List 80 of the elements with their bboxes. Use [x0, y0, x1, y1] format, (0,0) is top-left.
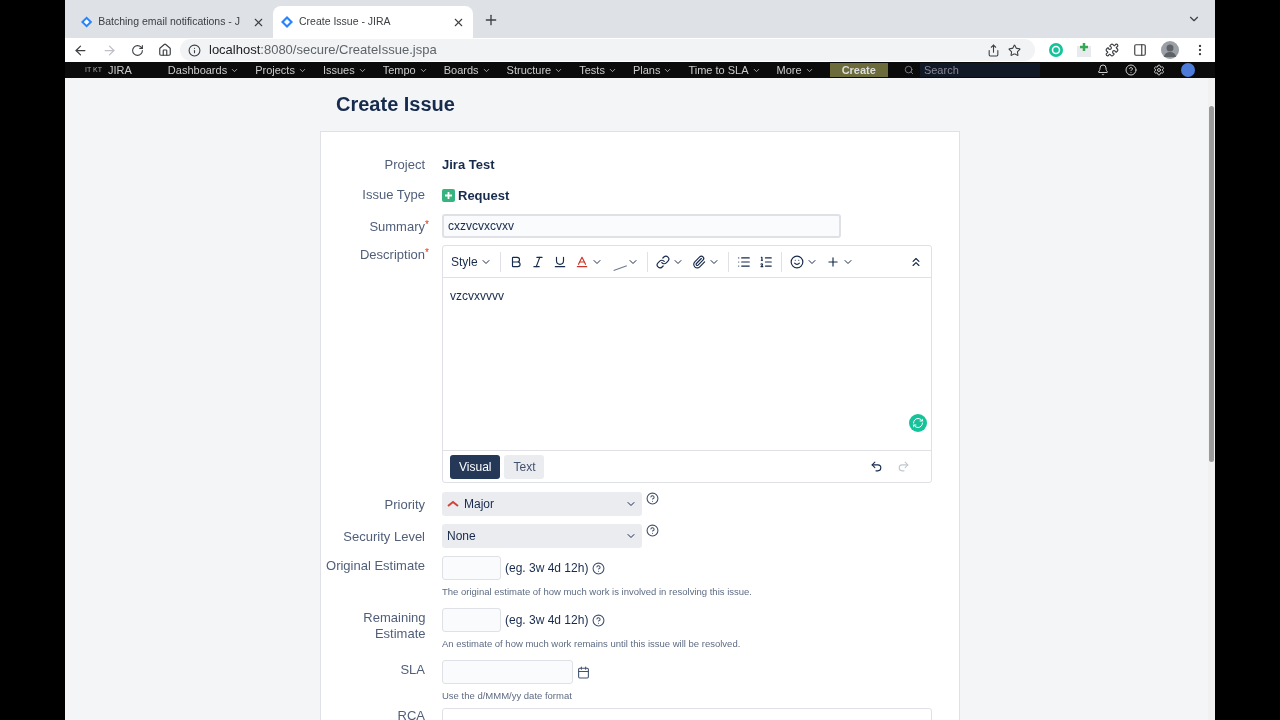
nav-menu[interactable]: Time to SLA — [688, 62, 761, 78]
user-avatar[interactable] — [1181, 63, 1195, 77]
link-icon — [655, 254, 670, 269]
field-description: An estimate of how much work remains until this issue will be resolved. — [442, 638, 741, 650]
nav-menu[interactable]: Plans — [632, 62, 673, 78]
style-dropdown[interactable]: Style — [447, 249, 496, 274]
url-text: localhost:8080/secure/CreateIssue.jspa — [209, 41, 437, 60]
editor-mode-tab[interactable]: Text — [504, 454, 545, 479]
field-label: Original Estimate — [326, 558, 425, 575]
field-label: Issue Type — [362, 187, 425, 204]
description-text: vzcvxvvvv — [450, 289, 504, 303]
smiley-icon — [789, 254, 804, 269]
extensions-icon[interactable] — [1105, 43, 1119, 57]
estimate-field[interactable] — [442, 556, 501, 580]
issue-type-value: Request — [458, 186, 510, 205]
address-field[interactable]: localhost:8080/secure/CreateIssue.jspa — [180, 39, 1035, 61]
search-field[interactable]: Search — [919, 63, 1040, 77]
plus-icon — [825, 254, 840, 269]
summary-field[interactable]: cxzvcvxcvxv — [442, 214, 841, 238]
help-icon[interactable] — [592, 613, 606, 627]
issue-type-icon — [442, 188, 455, 202]
field-label: Security Level — [343, 529, 425, 545]
priority-icon — [447, 500, 459, 508]
extension-plus-icon[interactable] — [1077, 43, 1091, 57]
settings-icon[interactable] — [1153, 64, 1165, 76]
field-label: SLA — [400, 662, 425, 679]
notification-icon[interactable] — [1097, 64, 1109, 76]
editor-mode-tab[interactable]: Visual — [450, 454, 501, 479]
nav-menu[interactable]: Tempo — [382, 62, 428, 78]
new-tab-icon[interactable] — [483, 12, 499, 28]
field-label: Description — [359, 247, 425, 264]
security-level-select[interactable]: None — [442, 524, 642, 548]
nav-menu[interactable]: Tests — [579, 62, 617, 78]
nav-menu[interactable]: Issues — [322, 62, 367, 78]
search-icon — [903, 65, 914, 75]
browser-tab[interactable]: Batching email notifications - J — [73, 6, 273, 38]
field-label: Project — [384, 156, 425, 173]
field-description: Use the d/MMM/yy date format — [442, 690, 573, 702]
help-icon[interactable] — [646, 492, 659, 505]
paperclip-icon — [691, 254, 706, 269]
field-label: Summary — [369, 219, 425, 235]
side-panel-icon[interactable] — [1133, 43, 1147, 57]
info-icon — [188, 43, 201, 57]
diamond-icon — [281, 16, 293, 28]
date-field[interactable] — [442, 660, 573, 684]
field-label: RCA — [397, 708, 425, 720]
tab-title: Batching email notifications - J — [98, 14, 240, 30]
back-icon[interactable] — [73, 42, 88, 58]
home-icon[interactable] — [158, 43, 172, 57]
help-icon[interactable] — [646, 524, 659, 537]
priority-select[interactable]: Major — [442, 492, 642, 516]
calendar-icon[interactable] — [577, 665, 590, 679]
format-hint: (eg. 3w 4d 12h) — [505, 612, 589, 629]
required-mark: * — [425, 247, 430, 258]
bookmark-star-icon[interactable] — [1008, 43, 1021, 57]
nav-menu[interactable]: Boards — [443, 62, 491, 78]
tab-title: Create Issue - JIRA — [299, 14, 391, 30]
estimate-field[interactable] — [442, 608, 501, 632]
help-icon[interactable] — [592, 561, 606, 575]
field-description: The original estimate of how much work is involved in resolving this issue. — [442, 586, 752, 598]
profile-avatar[interactable] — [1161, 41, 1179, 59]
browser-tab[interactable]: Create Issue - JIRA — [273, 6, 473, 38]
nav-menu[interactable]: More — [776, 62, 814, 78]
diamond-icon — [81, 16, 93, 28]
reload-icon[interactable] — [131, 43, 144, 57]
scrollbar-thumb[interactable] — [1209, 106, 1214, 462]
nav-menu[interactable]: Projects — [255, 62, 307, 78]
nav-menu[interactable]: Structure — [506, 62, 564, 78]
project-value: Jira Test — [442, 156, 495, 174]
field-label: Priority — [384, 497, 425, 513]
nav-menu[interactable]: Dashboards — [167, 62, 240, 78]
page-title: Create Issue — [335, 92, 456, 116]
text-color-icon — [574, 254, 589, 269]
format-hint: (eg. 3w 4d 12h) — [505, 560, 589, 577]
undo-icon[interactable] — [870, 460, 883, 473]
jira-logo: JIRA — [108, 62, 132, 78]
required-mark: * — [425, 219, 430, 230]
field-label: Remaining Estimate — [362, 610, 426, 643]
share-icon[interactable] — [987, 43, 1000, 57]
create-button[interactable]: Create — [829, 63, 888, 77]
